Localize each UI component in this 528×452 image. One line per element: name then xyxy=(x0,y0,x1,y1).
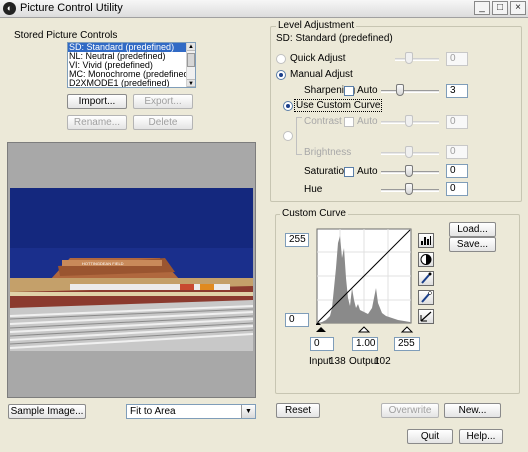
input-value: 138 xyxy=(329,356,346,367)
level-adjustment-heading: Level Adjustment xyxy=(276,20,357,31)
contrast-auto-checkbox[interactable] xyxy=(344,117,354,127)
saturation-auto-label: Auto xyxy=(357,166,378,177)
title-bar: ◐ Picture Control Utility _ □ × xyxy=(0,0,528,18)
contrast-brightness-radio[interactable] xyxy=(283,131,293,141)
contrast-thumb[interactable] xyxy=(405,115,413,127)
fit-select[interactable]: Fit to Area ▼ xyxy=(126,404,256,419)
contrast-label: Contrast xyxy=(304,116,342,127)
level-subtitle: SD: Standard (predefined) xyxy=(276,33,393,44)
gamma-handle xyxy=(357,326,371,333)
maximize-button[interactable]: □ xyxy=(492,1,508,15)
white-point-field[interactable]: 255 xyxy=(394,337,420,351)
list-item[interactable]: D2XMODE1 (predefined) xyxy=(68,79,195,88)
fit-select-value: Fit to Area xyxy=(130,406,176,417)
close-button[interactable]: × xyxy=(510,1,526,15)
import-button[interactable]: Import... xyxy=(67,94,127,109)
quick-adjust-thumb[interactable] xyxy=(405,52,413,64)
black-point-handle xyxy=(316,327,326,332)
custom-curve-heading: Custom Curve xyxy=(280,208,348,219)
hue-thumb[interactable] xyxy=(405,183,413,195)
hue-field[interactable]: 0 xyxy=(446,182,468,196)
quit-button[interactable]: Quit xyxy=(407,429,453,444)
manual-adjust-radio[interactable] xyxy=(276,70,286,80)
reset-button[interactable]: Reset xyxy=(276,403,320,418)
sharpening-auto-checkbox[interactable] xyxy=(344,86,354,96)
stored-controls-heading: Stored Picture Controls xyxy=(14,30,118,41)
window-title: Picture Control Utility xyxy=(20,2,123,14)
stadium-sign-text: HOTTINGDEAN FIELD xyxy=(82,261,124,266)
contrast-field[interactable]: 0 xyxy=(446,115,468,129)
rename-button[interactable]: Rename... xyxy=(67,115,127,130)
gamma-field[interactable]: 1.00 xyxy=(352,337,378,351)
preview-image: HOTTINGDEAN FIELD xyxy=(8,143,255,397)
contrast-auto-label: Auto xyxy=(357,116,378,127)
delete-button[interactable]: Delete xyxy=(133,115,193,130)
quick-adjust-radio[interactable] xyxy=(276,54,286,64)
quick-adjust-label: Quick Adjust xyxy=(290,53,346,64)
sharpening-auto-label: Auto xyxy=(357,85,378,96)
white-point-handle xyxy=(400,326,414,333)
eyedropper-black-icon[interactable] xyxy=(418,271,434,286)
saturation-auto-checkbox[interactable] xyxy=(344,167,354,177)
curve-reset-icon[interactable] xyxy=(418,309,434,324)
brightness-field[interactable]: 0 xyxy=(446,145,468,159)
picture-control-icon: ◐ xyxy=(3,2,16,15)
eyedropper-white-icon[interactable] xyxy=(418,290,434,305)
quick-adjust-field[interactable]: 0 xyxy=(446,52,468,66)
hue-label: Hue xyxy=(304,184,323,195)
preview-frame: HOTTINGDEAN FIELD xyxy=(7,142,256,398)
brightness-thumb[interactable] xyxy=(405,146,413,158)
scroll-thumb[interactable] xyxy=(187,53,195,67)
saturation-field[interactable]: 0 xyxy=(446,164,468,178)
save-curve-button[interactable]: Save... xyxy=(449,237,496,252)
output-max-field[interactable]: 255 xyxy=(285,233,309,247)
export-button[interactable]: Export... xyxy=(133,94,193,109)
sharpening-slider[interactable] xyxy=(381,90,439,93)
saturation-label: Saturation xyxy=(304,166,350,177)
sample-image-button[interactable]: Sample Image... xyxy=(8,404,86,419)
brightness-label: Brightness xyxy=(304,147,352,158)
contrast-circle-icon[interactable] xyxy=(418,252,434,267)
minimize-button[interactable]: _ xyxy=(474,1,490,15)
scroll-up-icon[interactable]: ▲ xyxy=(187,43,195,51)
output-value: 102 xyxy=(374,356,391,367)
stored-controls-list[interactable]: SD: Standard (predefined) NL: Neutral (pr… xyxy=(67,42,196,88)
input-label: Input xyxy=(309,356,332,367)
new-button[interactable]: New... xyxy=(444,403,501,418)
sharpening-thumb[interactable] xyxy=(396,84,404,96)
help-button[interactable]: Help... xyxy=(459,429,503,444)
scroll-down-icon[interactable]: ▼ xyxy=(187,79,195,87)
histogram-icon[interactable] xyxy=(418,233,434,248)
saturation-thumb[interactable] xyxy=(405,165,413,177)
black-point-field[interactable]: 0 xyxy=(310,337,334,351)
contrast-brightness-bracket xyxy=(296,117,302,155)
overwrite-button[interactable]: Overwrite xyxy=(381,403,439,418)
curve-graph[interactable] xyxy=(316,228,414,334)
list-scrollbar[interactable]: ▲ ▼ xyxy=(186,43,195,87)
manual-adjust-label: Manual Adjust xyxy=(290,69,353,80)
sharpening-field[interactable]: 3 xyxy=(446,84,468,98)
chevron-down-icon[interactable]: ▼ xyxy=(241,405,255,418)
output-min-field[interactable]: 0 xyxy=(285,313,309,327)
use-custom-curve-radio[interactable] xyxy=(283,101,293,111)
load-curve-button[interactable]: Load... xyxy=(449,222,496,237)
use-custom-curve-label: Use Custom Curve xyxy=(294,99,383,112)
quick-adjust-slider[interactable] xyxy=(395,58,439,61)
